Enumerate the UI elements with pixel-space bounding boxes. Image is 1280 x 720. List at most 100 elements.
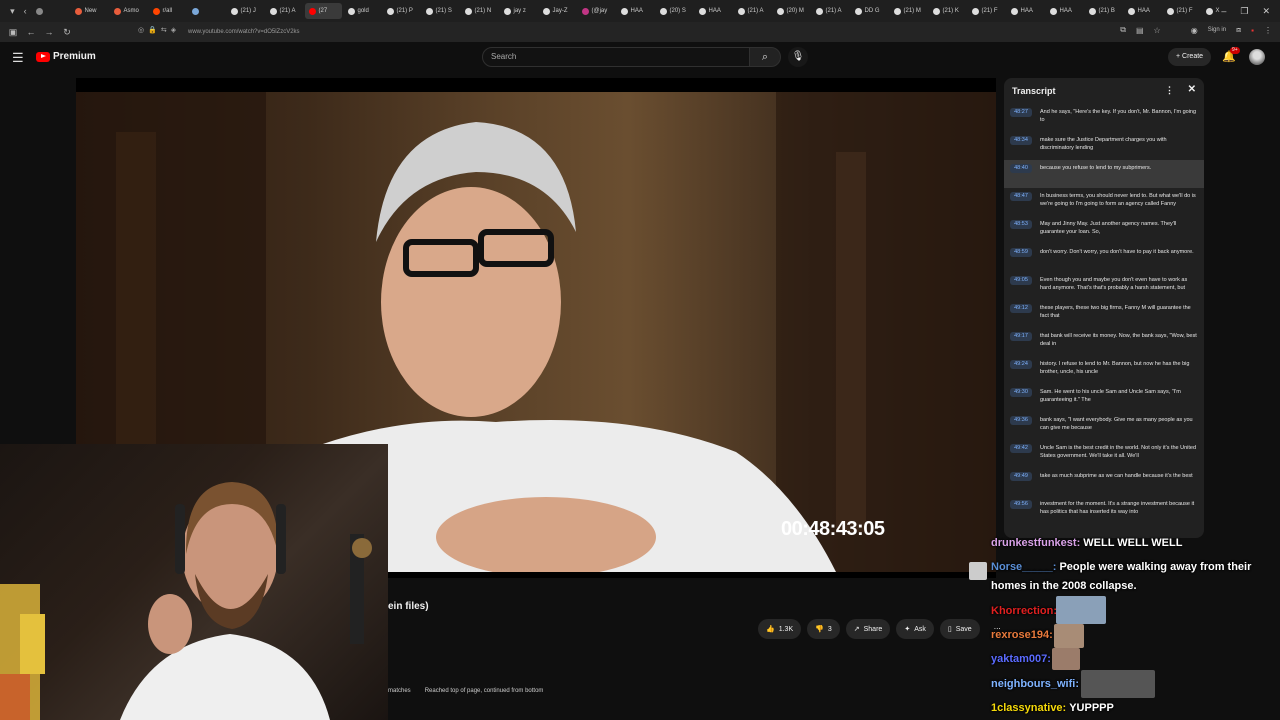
segment-timestamp[interactable]: 49:12	[1010, 304, 1032, 313]
sign-in-link[interactable]: Sign in	[1208, 27, 1226, 33]
reload-button[interactable]: ↻	[58, 27, 76, 38]
browser-tab[interactable]: (21) A	[812, 3, 849, 19]
pip-icon[interactable]: ▤	[1136, 26, 1144, 35]
browser-tab[interactable]: Asmo	[110, 3, 147, 19]
transcript-segment[interactable]: 49:49 take as much subprime as we can han…	[1004, 468, 1204, 496]
voice-search-button[interactable]: 🎙	[788, 47, 808, 67]
extension-badge-icon[interactable]: ▪	[1251, 26, 1254, 35]
search-input[interactable]: Search	[482, 47, 750, 67]
video-title: ein files)	[388, 601, 429, 612]
transcript-segment[interactable]: 48:27 And he says, "Here's the key. If yo…	[1004, 104, 1204, 132]
browser-menu-icon[interactable]: ⋮	[1264, 26, 1272, 35]
transcript-segment[interactable]: 49:24 history. I refuse to lend to Mr. Ba…	[1004, 356, 1204, 384]
browser-tab[interactable]: jay z	[500, 3, 537, 19]
segment-timestamp[interactable]: 49:17	[1010, 332, 1032, 341]
segment-timestamp[interactable]: 48:47	[1010, 192, 1032, 201]
browser-tab[interactable]: (21) S	[422, 3, 459, 19]
share-button[interactable]: ↗ Share	[845, 619, 891, 639]
ask-button[interactable]: ✦ Ask	[896, 619, 934, 639]
browser-tab[interactable]	[32, 3, 69, 19]
segment-timestamp[interactable]: 48:59	[1010, 248, 1032, 257]
transcript-segment[interactable]: 49:05 Even though you and maybe you don't…	[1004, 272, 1204, 300]
browser-tab[interactable]: HAA	[695, 3, 732, 19]
dislike-button[interactable]: 👎 3	[807, 619, 840, 639]
transcript-segment[interactable]: 48:53 May and Jinny May. Just another age…	[1004, 216, 1204, 244]
transcript-more-icon[interactable]: ⋮	[1165, 85, 1174, 96]
profile-icon[interactable]: ◉	[1191, 26, 1198, 35]
extensions-icon[interactable]: ⧈	[1236, 25, 1241, 35]
segment-timestamp[interactable]: 49:56	[1010, 500, 1032, 509]
browser-tab[interactable]: (20) M	[773, 3, 810, 19]
tab-favicon-icon	[776, 7, 784, 15]
browser-tab[interactable]: HAA	[1046, 3, 1083, 19]
browser-tab[interactable]: HAA	[617, 3, 654, 19]
url-field[interactable]: www.youtube.com/watch?v=dO5lZzcV2ks	[136, 26, 1076, 39]
transcript-segment[interactable]: 49:30 Sam. He went to his uncle Sam and U…	[1004, 384, 1204, 412]
forward-button[interactable]: →	[40, 27, 58, 37]
browser-tab[interactable]: DD G	[851, 3, 888, 19]
browser-tab[interactable]: HAA	[1124, 3, 1161, 19]
segment-text: take as much subprime as we can handle b…	[1040, 473, 1193, 479]
like-button[interactable]: 👍 1.3K	[758, 619, 802, 639]
browser-tab[interactable]	[188, 3, 225, 19]
transcript-segment[interactable]: 49:36 bank says, "I want everybody. Give …	[1004, 412, 1204, 440]
segment-timestamp[interactable]: 49:24	[1010, 360, 1032, 369]
minimize-button[interactable]: –	[1221, 6, 1226, 16]
youtube-premium-logo[interactable]: Premium	[36, 51, 96, 62]
browser-tab[interactable]: (@jay	[578, 3, 615, 19]
tab-label: (21) F	[981, 8, 998, 14]
segment-timestamp[interactable]: 48:40	[1010, 164, 1032, 173]
browser-tab[interactable]: (21) F	[1163, 3, 1200, 19]
browser-tab[interactable]: (27	[304, 3, 342, 19]
browser-tab[interactable]: (21) A	[266, 3, 303, 19]
transcript-segment[interactable]: 49:17 that bank will receive its money. N…	[1004, 328, 1204, 356]
dislike-count: 3	[827, 625, 832, 633]
segment-text: make sure the Justice Department charges…	[1040, 137, 1167, 151]
segment-timestamp[interactable]: 48:27	[1010, 108, 1032, 117]
browser-tab[interactable]: (20) S	[656, 3, 693, 19]
segment-timestamp[interactable]: 49:30	[1010, 388, 1032, 397]
save-button[interactable]: ▯ Save	[939, 619, 980, 639]
search-button[interactable]: ⌕	[749, 47, 781, 67]
browser-tab[interactable]: (21) A	[734, 3, 771, 19]
tab-back-icon[interactable]: ‹	[19, 6, 32, 16]
browser-tab[interactable]: (21) M	[890, 3, 927, 19]
transcript-segment[interactable]: 49:42 Uncle Sam is the best credit in the…	[1004, 440, 1204, 468]
browser-tab[interactable]: New	[71, 3, 108, 19]
browser-tab[interactable]: Jay-Z	[539, 3, 576, 19]
hamburger-menu-icon[interactable]: ☰	[12, 50, 24, 66]
segment-timestamp[interactable]: 49:49	[1010, 472, 1032, 481]
transcript-segment[interactable]: 48:40 because you refuse to lend to my su…	[1004, 160, 1204, 188]
segment-timestamp[interactable]: 48:53	[1010, 220, 1032, 229]
browser-tab[interactable]: r/all	[149, 3, 186, 19]
transcript-close-icon[interactable]: ✕	[1188, 84, 1196, 95]
browser-tab[interactable]: (21) K	[929, 3, 966, 19]
browser-tab[interactable]: (21) F	[968, 3, 1005, 19]
browser-tab[interactable]: gold	[344, 3, 381, 19]
tab-search-icon[interactable]: ▾	[6, 6, 19, 17]
restore-button[interactable]: ❐	[1240, 6, 1248, 17]
sidebar-toggle-icon[interactable]: ▣	[4, 27, 22, 38]
transcript-segment[interactable]: 48:59 don't worry. Don't worry, you don't…	[1004, 244, 1204, 272]
browser-tab[interactable]: (21) N	[461, 3, 498, 19]
transcript-segment[interactable]: 48:34 make sure the Justice Department ch…	[1004, 132, 1204, 160]
transcript-segment[interactable]: 49:12 these players, these two big firms,…	[1004, 300, 1204, 328]
transcript-segment[interactable]: 49:56 investment for the moment. It's a s…	[1004, 496, 1204, 524]
browser-tab[interactable]: (21) B	[1085, 3, 1122, 19]
segment-timestamp[interactable]: 49:36	[1010, 416, 1032, 425]
browser-tab[interactable]: HAA	[1007, 3, 1044, 19]
transcript-segment[interactable]: 48:47 In business terms, you should never…	[1004, 188, 1204, 216]
back-button[interactable]: ←	[22, 27, 40, 37]
account-avatar[interactable]	[1249, 49, 1265, 65]
segment-timestamp[interactable]: 49:05	[1010, 276, 1032, 285]
browser-tab[interactable]: (21) P	[383, 3, 420, 19]
bookmark-star-icon[interactable]: ☆	[1154, 26, 1161, 35]
segment-timestamp[interactable]: 48:34	[1010, 136, 1032, 145]
close-window-button[interactable]: ✕	[1262, 6, 1270, 17]
segment-timestamp[interactable]: 49:42	[1010, 444, 1032, 453]
tab-favicon-icon	[815, 7, 823, 15]
reader-icon[interactable]: ⧉	[1120, 25, 1126, 35]
create-button[interactable]: + Create	[1168, 48, 1212, 66]
browser-tab[interactable]: (21) J	[227, 3, 264, 19]
tab-label: (21) J	[240, 8, 256, 14]
